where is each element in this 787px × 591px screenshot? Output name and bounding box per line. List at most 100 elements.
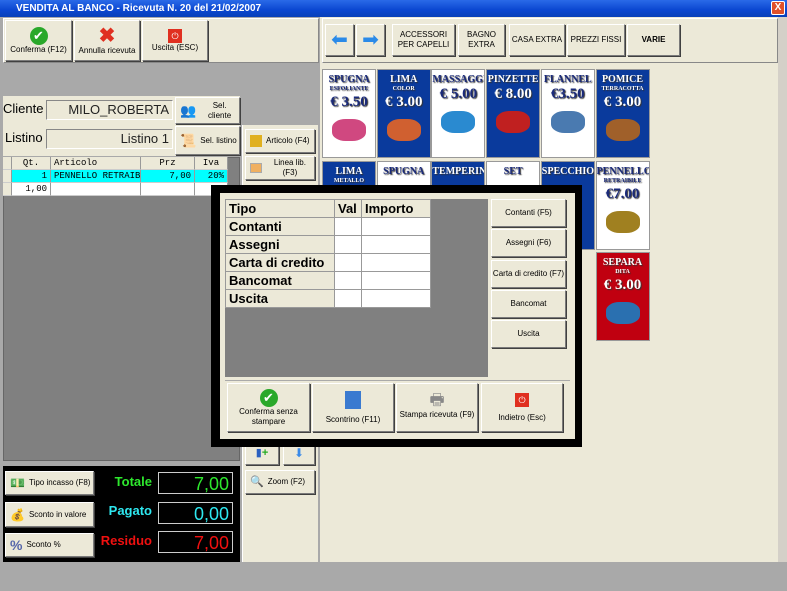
product-image (605, 210, 640, 233)
amount-cell[interactable] (361, 217, 431, 236)
printer-icon: 🖶 (429, 391, 445, 409)
product-image (332, 119, 366, 141)
payment-row[interactable]: Uscita (225, 289, 431, 308)
product-tile[interactable]: SPUGNA ESFOLIANTE € 3.50 (322, 69, 376, 158)
product-image (605, 119, 640, 141)
product-tile[interactable]: LIMA COLOR € 3.00 (376, 69, 431, 158)
users-icon: 👥 (180, 102, 197, 118)
items-grid[interactable] (3, 157, 240, 461)
item-cell[interactable]: 1,00 (12, 183, 51, 196)
item-cell[interactable]: PENNELLO RETRAIB (51, 170, 141, 183)
cash-register-icon (345, 390, 361, 409)
payment-row[interactable]: Carta di credito (225, 253, 431, 272)
scrollbar[interactable] (778, 17, 787, 591)
column-header[interactable]: Iva (195, 157, 228, 170)
payment-row[interactable]: Contanti (225, 217, 431, 236)
free-line-button[interactable]: Linea lib. (F3) (245, 156, 315, 180)
amount-cell[interactable] (361, 271, 431, 290)
paid-value: 0,00 (158, 502, 233, 524)
zoom-button[interactable]: 🔍 Zoom (F2) (245, 470, 315, 494)
cancel-receipt-button[interactable]: ✖ Annulla ricevuta (74, 20, 140, 61)
item-cell[interactable] (141, 183, 195, 196)
category-button[interactable]: PREZZI FISSI (567, 24, 625, 56)
exit-button[interactable]: ⏻ Uscita (ESC) (142, 20, 208, 61)
amount-cell[interactable] (361, 235, 431, 254)
payment-row[interactable]: Assegni (225, 235, 431, 254)
article-button[interactable]: Articolo (F4) (245, 129, 315, 153)
rest-label: Residuo (100, 533, 152, 548)
product-image (550, 111, 585, 133)
product-image (496, 111, 531, 133)
add-icon: ▮+ (255, 447, 269, 459)
arrow-right-icon: ➡ (362, 29, 379, 51)
category-button[interactable]: BAGNO EXTRA (458, 24, 505, 56)
total-value: 7,00 (158, 472, 233, 494)
discount-value-button[interactable]: 💰 Sconto in valore (5, 502, 94, 527)
confirm-button[interactable]: ✔ Conferma (F12) (5, 20, 72, 61)
pricelist-field[interactable]: Listino 1 (46, 129, 173, 149)
item-cell[interactable]: 7,00 (141, 170, 195, 183)
val-cell[interactable] (334, 235, 362, 254)
select-pricelist-button[interactable]: 📜 Sel. listino (175, 126, 240, 155)
customer-label: Cliente (3, 101, 44, 116)
column-header[interactable]: Prz (141, 157, 195, 170)
prev-button[interactable]: ⬅ (325, 24, 354, 56)
amount-cell[interactable] (361, 253, 431, 272)
money-icon: 💵 (10, 476, 25, 490)
payment-method-button[interactable]: Carta di credito (F7) (491, 259, 566, 288)
window-title: VENDITA AL BANCO - Ricevuta N. 20 del 21… (16, 3, 262, 14)
receipt-button[interactable]: Scontrino (F11) (312, 383, 394, 432)
money-bag-icon: 💰 (10, 507, 25, 522)
product-tile[interactable]: PINZETTE € 8.00 (486, 69, 541, 158)
customer-field[interactable]: MILO_ROBERTA (46, 100, 173, 120)
val-cell[interactable] (334, 271, 362, 290)
check-icon: ✔ (259, 388, 278, 407)
product-tile[interactable]: SEPARA DITA € 3.00 (595, 252, 650, 341)
column-header[interactable]: Articolo (51, 157, 141, 170)
back-button[interactable]: ⏻ Indietro (Esc) (481, 383, 563, 432)
payment-method-button[interactable]: Bancomat (491, 289, 566, 318)
payment-header-row: Tipo Val Importo (225, 199, 431, 218)
column-header[interactable]: Qt. (12, 157, 51, 170)
item-cell[interactable] (51, 183, 141, 196)
payment-type-button[interactable]: 💵 Tipo incasso (F8) (5, 471, 94, 495)
total-label: Totale (114, 474, 152, 489)
payment-row[interactable]: Bancomat (225, 271, 431, 290)
power-icon: ⏻ (168, 28, 182, 43)
payment-method-button[interactable]: Contanti (F5) (491, 199, 566, 227)
discount-percent-button[interactable]: % Sconto % (5, 533, 94, 557)
payment-method-button[interactable]: Uscita (491, 320, 566, 349)
product-image (605, 302, 640, 324)
print-receipt-button[interactable]: 🖶 Stampa ricevuta (F9) (396, 383, 478, 432)
scroll-icon: 📜 (180, 132, 197, 148)
product-tile[interactable]: POMICE TERRACOTTA € 3.00 (595, 69, 650, 158)
category-button[interactable]: CASA EXTRA (509, 24, 565, 56)
val-cell[interactable] (334, 289, 362, 308)
confirm-no-print-button[interactable]: ✔ Conferma senza stampare (227, 383, 310, 432)
product-tile[interactable]: MASSAGGIATORI€ 5.00 (431, 69, 486, 158)
next-button[interactable]: ➡ (356, 24, 385, 56)
product-tile[interactable]: PENNELLO RETRAIBILE €7.00 (595, 160, 650, 250)
arrow-down-icon: ⬇ (293, 446, 305, 460)
val-cell[interactable] (334, 217, 362, 236)
item-cell[interactable]: 1 (12, 170, 51, 183)
close-button[interactable]: X (771, 1, 785, 15)
select-customer-button[interactable]: 👥 Sel. cliente (175, 97, 240, 124)
payment-table[interactable]: Tipo Val Importo Contanti Assegni Carta di cr… (225, 199, 431, 308)
percent-icon: % (10, 537, 23, 553)
product-image (441, 111, 476, 133)
rest-value: 7,00 (158, 531, 233, 553)
check-icon: ✔ (29, 26, 48, 45)
product-tile[interactable]: FLANNEL €3.50 (540, 69, 595, 158)
item-cell[interactable]: 20% (195, 170, 228, 183)
val-cell[interactable] (334, 253, 362, 272)
payment-method-button[interactable]: Assegni (F6) (491, 229, 566, 258)
category-button[interactable]: ACCESSORI PER CAPELLI (392, 24, 455, 56)
table-add-icon (250, 163, 262, 173)
power-icon: ⏻ (515, 392, 529, 407)
amount-cell[interactable] (361, 289, 431, 308)
x-icon: ✖ (98, 24, 116, 47)
category-button[interactable]: VARIE (627, 24, 680, 56)
box-add-icon (250, 135, 262, 147)
product-image (386, 119, 421, 141)
